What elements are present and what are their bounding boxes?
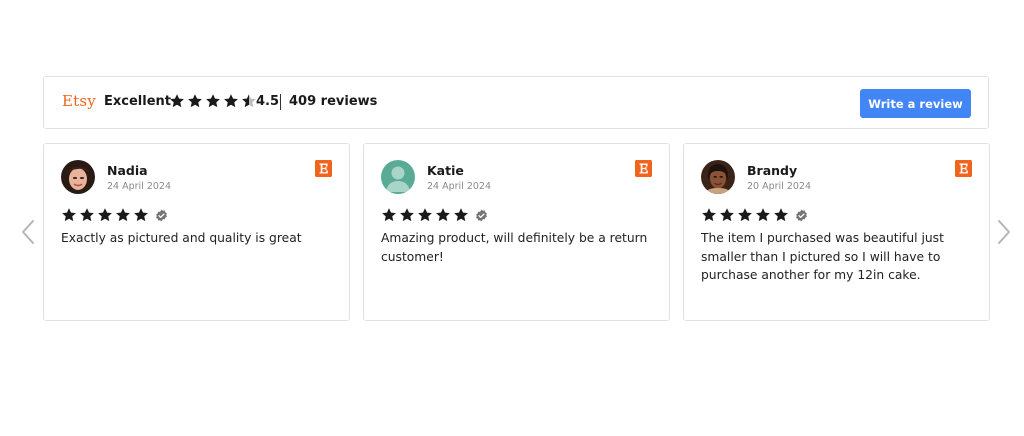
review-date: 20 April 2024 (747, 181, 812, 192)
star-icon (737, 207, 753, 223)
review-text: Amazing product, will definitely be a re… (381, 231, 648, 264)
rating-summary-bar: Etsy Excellent 4.5 409 reviews Write a r… (43, 76, 989, 129)
review-stars (381, 207, 488, 223)
review-card: Katie 24 April 2024 Amazing product, wil… (363, 143, 670, 321)
carousel-next-button[interactable] (997, 219, 1011, 245)
star-icon (115, 207, 131, 223)
write-review-button[interactable]: Write a review (860, 89, 971, 118)
divider (280, 94, 281, 110)
reviewer-name: Katie (427, 163, 464, 178)
avatar (701, 160, 735, 194)
review-date: 24 April 2024 (107, 181, 172, 192)
avatar (381, 160, 415, 194)
etsy-icon (315, 160, 332, 177)
review-date: 24 April 2024 (427, 181, 492, 192)
star-icon (719, 207, 735, 223)
reviewer-name: Nadia (107, 163, 148, 178)
star-icon (61, 207, 77, 223)
star-icon (773, 207, 789, 223)
reviewer-name: Brandy (747, 163, 798, 178)
star-icon (97, 207, 113, 223)
star-icon (223, 93, 239, 109)
star-icon (169, 93, 185, 109)
review-card: Nadia 24 April 2024 Exactly as pictured … (43, 143, 350, 321)
reviews-count: 409 reviews (289, 94, 378, 109)
star-icon (205, 93, 221, 109)
star-icon (399, 207, 415, 223)
summary-stars (169, 93, 257, 109)
star-icon (79, 207, 95, 223)
average-rating: 4.5 (256, 94, 280, 109)
verified-icon (155, 209, 168, 222)
etsy-icon (955, 160, 972, 177)
review-text: Exactly as pictured and quality is great (61, 231, 302, 245)
star-icon (187, 93, 203, 109)
star-icon (435, 207, 451, 223)
star-icon (381, 207, 397, 223)
star-icon (417, 207, 433, 223)
chevron-left-icon (22, 220, 34, 244)
carousel-prev-button[interactable] (21, 219, 35, 245)
etsy-logo: Etsy (62, 92, 96, 110)
star-icon (701, 207, 717, 223)
star-icon (453, 207, 469, 223)
review-text: The item I purchased was beautiful just … (701, 231, 944, 282)
star-half-icon (241, 93, 257, 109)
verified-icon (475, 209, 488, 222)
verified-icon (795, 209, 808, 222)
star-icon (755, 207, 771, 223)
chevron-right-icon (998, 220, 1010, 244)
avatar (61, 160, 95, 194)
rating-word: Excellent (104, 94, 171, 109)
etsy-icon (635, 160, 652, 177)
star-icon (133, 207, 149, 223)
review-stars (61, 207, 168, 223)
review-stars (701, 207, 808, 223)
review-card: Brandy 20 April 2024 The item I purchase… (683, 143, 990, 321)
